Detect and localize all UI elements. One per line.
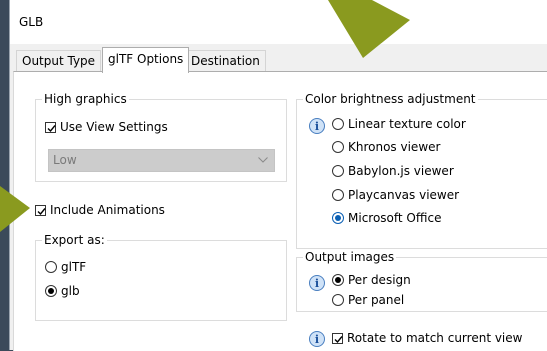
radio-label: Playcanvas viewer — [348, 188, 460, 202]
checkbox-box[interactable] — [45, 121, 56, 133]
radio-label: Per panel — [348, 293, 405, 307]
tab-gltf-options[interactable]: glTF Options — [102, 47, 190, 73]
khronos-viewer-radio[interactable]: Khronos viewer — [332, 138, 440, 156]
quality-select[interactable]: Low — [48, 149, 275, 172]
glb-dialog: GLB Output Type glTF Options Destination… — [9, 0, 547, 351]
gltf-options-panel: High graphics Use View Settings Low Incl… — [13, 71, 547, 351]
checkmark-icon — [47, 124, 56, 132]
radio-circle[interactable] — [45, 285, 57, 297]
radio-circle[interactable] — [45, 261, 57, 273]
checkbox-label: Include Animations — [50, 203, 165, 217]
radio-label: Microsoft Office — [348, 211, 442, 225]
radio-circle[interactable] — [332, 294, 344, 306]
window-title: GLB — [19, 15, 44, 29]
color-brightness-legend: Color brightness adjustment — [305, 92, 476, 106]
tab-label: Destination — [191, 54, 260, 68]
checkmark-icon — [334, 335, 343, 343]
radio-label: glTF — [61, 260, 87, 274]
radio-circle[interactable] — [332, 274, 344, 286]
info-icon[interactable]: i — [309, 275, 325, 291]
tab-output-type[interactable]: Output Type — [16, 50, 102, 71]
checkbox-label: Use View Settings — [60, 120, 168, 134]
radio-label: Linear texture color — [348, 117, 466, 131]
radio-circle[interactable] — [332, 165, 344, 177]
radio-label: Khronos viewer — [348, 140, 441, 154]
export-as-legend: Export as: — [44, 233, 105, 247]
quality-select-value: Low — [53, 153, 77, 167]
title-bar: GLB — [10, 0, 547, 44]
checkbox-label: Rotate to match current view — [347, 331, 523, 345]
high-graphics-legend: High graphics — [44, 92, 127, 106]
export-as-group: Export as: — [35, 233, 287, 321]
playcanvas-viewer-radio[interactable]: Playcanvas viewer — [332, 186, 459, 204]
export-glb-radio[interactable]: glb — [45, 282, 80, 300]
info-icon[interactable]: i — [309, 331, 325, 347]
radio-circle[interactable] — [332, 118, 344, 130]
radio-label: Per design — [348, 273, 411, 287]
tab-label: Output Type — [22, 54, 96, 68]
radio-circle[interactable] — [332, 141, 344, 153]
include-animations-checkbox[interactable]: Include Animations — [35, 201, 165, 219]
radio-label: glb — [61, 284, 80, 298]
checkbox-box[interactable] — [332, 332, 343, 344]
tab-strip: Output Type glTF Options Destination — [10, 44, 547, 73]
linear-texture-color-radio[interactable]: Linear texture color — [332, 115, 466, 133]
export-gltf-radio[interactable]: glTF — [45, 258, 86, 276]
rotate-view-checkbox[interactable]: Rotate to match current view — [332, 329, 522, 347]
checkbox-box[interactable] — [35, 204, 46, 216]
tab-label: glTF Options — [108, 52, 184, 66]
per-design-radio[interactable]: Per design — [332, 271, 411, 289]
info-icon[interactable]: i — [309, 118, 325, 134]
checkmark-icon — [37, 207, 46, 215]
radio-circle[interactable] — [332, 212, 344, 224]
microsoft-office-radio[interactable]: Microsoft Office — [332, 209, 441, 227]
output-images-legend: Output images — [305, 250, 395, 264]
chevron-down-icon — [258, 157, 268, 163]
tab-destination[interactable]: Destination — [185, 50, 266, 71]
radio-circle[interactable] — [332, 189, 344, 201]
radio-label: Babylon.js viewer — [348, 164, 454, 178]
babylonjs-viewer-radio[interactable]: Babylon.js viewer — [332, 162, 454, 180]
use-view-settings-checkbox[interactable]: Use View Settings — [45, 118, 168, 136]
per-panel-radio[interactable]: Per panel — [332, 291, 404, 309]
